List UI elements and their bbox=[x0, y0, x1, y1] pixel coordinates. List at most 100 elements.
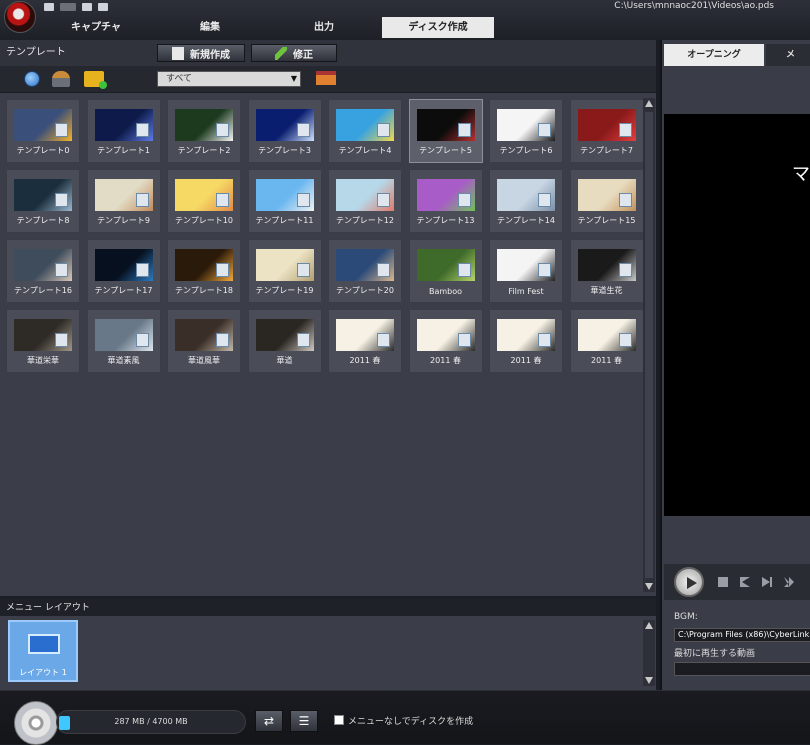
template-card[interactable]: テンプレート17 bbox=[86, 239, 161, 303]
film-icon bbox=[55, 123, 68, 137]
tab-disc-creation[interactable]: ディスク作成 bbox=[382, 17, 494, 38]
template-card[interactable]: テンプレート15 bbox=[569, 169, 644, 233]
template-card[interactable]: テンプレート6 bbox=[489, 99, 563, 163]
template-card[interactable]: テンプレート4 bbox=[328, 99, 402, 163]
next-icon[interactable] bbox=[762, 577, 772, 587]
template-card[interactable]: テンプレート5 bbox=[408, 99, 483, 163]
template-card[interactable]: テンプレート12 bbox=[328, 169, 402, 233]
bottom-bar: 287 MB / 4700 MB ⇄ ☰ メニューなしでディスクを作成 bbox=[0, 690, 810, 745]
template-label: 華道風華 bbox=[188, 356, 220, 365]
template-label: テンプレート15 bbox=[577, 216, 636, 225]
tab-opening[interactable]: オープニング bbox=[664, 44, 764, 66]
template-thumbnail bbox=[14, 319, 72, 351]
template-card[interactable]: 華道 bbox=[247, 309, 322, 373]
template-card[interactable]: Bamboo bbox=[408, 239, 483, 303]
film-icon bbox=[538, 333, 551, 347]
template-card[interactable]: 華道栄華 bbox=[6, 309, 80, 373]
calendar-sort-icon[interactable] bbox=[316, 71, 336, 85]
template-card[interactable]: テンプレート9 bbox=[86, 169, 161, 233]
template-card[interactable]: Film Fest bbox=[489, 239, 563, 303]
template-card[interactable]: 華道風華 bbox=[167, 309, 241, 373]
template-label: テンプレート17 bbox=[94, 286, 153, 295]
template-card[interactable]: 2011 春 bbox=[328, 309, 402, 373]
template-thumbnail bbox=[416, 319, 475, 351]
film-icon bbox=[377, 333, 390, 347]
template-card[interactable]: 2011 春 bbox=[408, 309, 483, 373]
template-label: テンプレート8 bbox=[16, 216, 70, 225]
tab-edit[interactable]: 編集 bbox=[154, 17, 266, 38]
template-thumbnail bbox=[336, 109, 394, 141]
scroll-thumb[interactable] bbox=[645, 112, 653, 578]
scroll-up-icon[interactable] bbox=[645, 622, 653, 629]
new-template-button[interactable]: 新規作成 bbox=[157, 44, 245, 62]
bgm-path-field[interactable]: C:\Program Files (x86)\CyberLink bbox=[674, 628, 810, 642]
scroll-up-icon[interactable] bbox=[645, 100, 653, 107]
undo-icon[interactable] bbox=[60, 2, 76, 11]
user-icon[interactable] bbox=[52, 71, 70, 87]
template-thumbnail bbox=[94, 319, 153, 351]
layout-card[interactable]: レイアウト 1 bbox=[8, 620, 78, 682]
film-icon bbox=[55, 263, 68, 277]
template-card[interactable]: テンプレート1 bbox=[86, 99, 161, 163]
tab-capture[interactable]: キャプチャ bbox=[40, 17, 152, 38]
template-card[interactable]: テンプレート8 bbox=[6, 169, 80, 233]
template-card[interactable]: テンプレート11 bbox=[247, 169, 322, 233]
template-scrollbar[interactable] bbox=[643, 98, 655, 592]
tab-output[interactable]: 出力 bbox=[268, 17, 380, 38]
template-card[interactable]: テンプレート14 bbox=[489, 169, 563, 233]
globe-icon[interactable] bbox=[24, 71, 40, 87]
no-menu-checkbox[interactable] bbox=[334, 715, 344, 725]
settings-button[interactable]: ☰ bbox=[290, 710, 318, 732]
template-card[interactable]: テンプレート2 bbox=[167, 99, 241, 163]
scroll-down-icon[interactable] bbox=[645, 583, 653, 590]
template-thumbnail bbox=[497, 249, 555, 281]
template-card[interactable]: 華道生花 bbox=[569, 239, 644, 303]
template-card[interactable]: テンプレート0 bbox=[6, 99, 80, 163]
template-thumbnail bbox=[336, 319, 394, 351]
template-card[interactable]: テンプレート7 bbox=[569, 99, 644, 163]
template-card[interactable]: テンプレート10 bbox=[167, 169, 241, 233]
category-select[interactable]: すべて ▼ bbox=[157, 71, 301, 87]
template-thumbnail bbox=[14, 109, 72, 141]
layout-scrollbar[interactable] bbox=[643, 620, 655, 686]
fast-forward-icon[interactable] bbox=[784, 577, 794, 587]
template-card[interactable]: テンプレート3 bbox=[247, 99, 322, 163]
stop-icon[interactable] bbox=[718, 577, 728, 587]
template-card[interactable]: テンプレート19 bbox=[247, 239, 322, 303]
template-card[interactable]: 2011 春 bbox=[489, 309, 563, 373]
edit-template-label: 修正 bbox=[293, 49, 313, 61]
app-logo-icon[interactable] bbox=[4, 1, 36, 33]
template-label: テンプレート20 bbox=[336, 286, 394, 295]
template-thumbnail bbox=[497, 319, 555, 351]
template-label: 2011 春 bbox=[430, 356, 461, 365]
template-card[interactable]: 2011 春 bbox=[569, 309, 644, 373]
template-thumbnail bbox=[577, 319, 636, 351]
first-play-field[interactable] bbox=[674, 662, 810, 676]
main-tabs: キャプチャ 編集 出力 ディスク作成 bbox=[40, 17, 496, 39]
template-thumbnail bbox=[94, 179, 153, 211]
import-folder-icon[interactable] bbox=[84, 71, 107, 89]
new-file-icon[interactable] bbox=[82, 2, 92, 11]
disc-icon[interactable] bbox=[14, 701, 58, 745]
file-path: C:\Users\mnnaoc201\Videos\ao.pds bbox=[614, 1, 774, 11]
swap-button[interactable]: ⇄ bbox=[255, 710, 283, 732]
play-button[interactable] bbox=[674, 567, 704, 597]
template-card[interactable]: テンプレート20 bbox=[328, 239, 402, 303]
previous-icon[interactable] bbox=[740, 577, 750, 587]
save-icon[interactable] bbox=[44, 2, 54, 11]
edit-template-button[interactable]: 修正 bbox=[251, 44, 337, 62]
template-card[interactable]: テンプレート18 bbox=[167, 239, 241, 303]
open-folder-icon[interactable] bbox=[98, 2, 108, 11]
template-card[interactable]: テンプレート16 bbox=[6, 239, 80, 303]
tab-menu[interactable]: メ bbox=[766, 44, 810, 66]
film-icon bbox=[618, 193, 632, 207]
bgm-label: BGM: bbox=[674, 612, 698, 622]
scroll-down-icon[interactable] bbox=[645, 677, 653, 684]
template-label: 2011 春 bbox=[349, 356, 381, 365]
layout-label: レイアウト 1 bbox=[19, 668, 67, 677]
template-card[interactable]: テンプレート13 bbox=[408, 169, 483, 233]
template-thumbnail bbox=[577, 179, 636, 211]
film-icon bbox=[135, 333, 149, 347]
template-card[interactable]: 華道素風 bbox=[86, 309, 161, 373]
template-label: テンプレート10 bbox=[175, 216, 233, 225]
